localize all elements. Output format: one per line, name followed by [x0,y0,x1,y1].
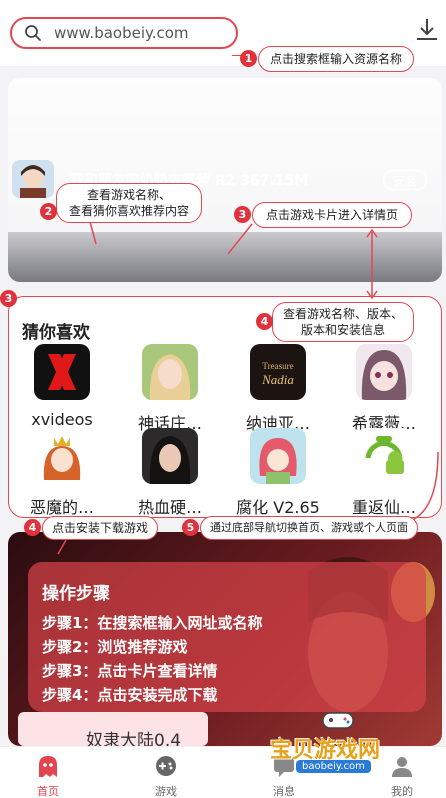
svg-text:Treasure: Treasure [262,361,293,371]
guess-section-title: 猜你喜欢 [22,323,90,343]
x-logo-icon [34,344,90,400]
callout-3a-pointer [227,223,253,255]
callout-2-number: 2 [40,203,57,220]
callout-3a-number: 3 [234,206,251,223]
gamepad-icon [156,756,176,776]
svg-text:Nadia: Nadia [261,372,294,387]
app-screen: www.baobeiy.com 1 点击搜索框输入资源名称 我和朋友陪奶奶去露营… [0,0,446,798]
watermark-url: baobeiy.com [296,760,371,773]
nadia-logo-icon: Treasure Nadia [250,344,306,400]
banner-game-avatar [12,160,54,198]
callout-4a-line2: 版本和安装信息 [300,323,385,337]
search-input-text: www.baobeiy.com [54,24,189,42]
callout-2-line2: 查看猜你喜欢推荐内容 [68,204,189,218]
tab-label: 首页 [37,785,59,798]
search-icon [25,25,41,41]
red-hair-girl-icon [250,428,306,484]
callout-5-text: 通过底部导航切换首页、游戏或个人页面 [210,520,408,534]
banner-install-button[interactable]: 安装 [383,170,427,190]
callout-4b-number: 4 [24,519,41,536]
site-watermark: 宝贝游戏网 baobeiy.com [270,706,420,776]
gamepad-logo-icon [322,712,354,729]
callout-4a-line1: 查看游戏名称、版本、 [282,306,403,321]
callout-2: 查看游戏名称、 查看猜你喜欢推荐内容 [56,183,202,223]
callout-3a-text: 点击游戏卡片进入详情页 [265,207,398,222]
callout-4a: 查看游戏名称、版本、 版本和安装信息 [272,302,414,342]
callout-1-number: 1 [240,50,257,67]
callout-1: 点击搜索框输入资源名称 [258,46,414,72]
callout-3b-number: 3 [0,290,17,307]
search-bar[interactable]: www.baobeiy.com [10,17,238,49]
ghost-home-icon [39,756,57,777]
game-name: 热血硬… [137,498,202,517]
callout-4b-text: 点击安装下载游戏 [51,520,148,535]
callout-1-text: 点击搜索框输入资源名称 [269,51,402,66]
game-item[interactable]: Treasure Nadia 纳迪亚… [228,344,328,434]
game-name: 恶魔的… [29,498,94,517]
anime-girl-icon [356,344,412,400]
callout-5: 通过底部导航切换首页、游戏或个人页面 [200,516,418,540]
download-icon[interactable] [414,16,440,42]
step-item: 步骤2：浏览推荐游戏 [42,638,188,656]
game-item[interactable]: 热血硬… [120,428,220,518]
callout-2-line1: 查看游戏名称、 [86,187,171,202]
double-arrow-icon [366,228,378,300]
game-name: xvideos [31,410,93,429]
tab-label: 我的 [391,785,413,798]
blonde-girl-icon [142,344,198,400]
game-name: 腐化 V2.65 [236,498,320,517]
tab-label: 消息 [273,785,295,798]
game-item[interactable]: 腐化 V2.65 [228,428,328,518]
game-item[interactable]: xvideos [12,344,112,429]
tab-games[interactable]: 游戏 [126,747,206,798]
callout-3a: 点击游戏卡片进入详情页 [252,202,412,228]
callout-4a-number: 4 [256,313,273,330]
step-item: 步骤1：在搜索框输入网址或名称 [42,614,263,632]
game-item[interactable]: 神话庄… [120,344,220,434]
tab-label: 游戏 [155,785,177,798]
callout-4b: 点击安装下载游戏 [42,516,158,540]
step-item: 步骤4：点击安装完成下载 [42,686,218,704]
step-item: 步骤3：点击卡片查看详情 [42,662,218,680]
tab-home[interactable]: 首页 [8,747,88,798]
steps-title: 操作步骤 [42,584,110,604]
game-item[interactable]: 希露薇… [334,344,434,434]
callout-5-number: 5 [182,519,199,536]
game-item[interactable]: 恶魔的… [12,428,112,518]
princess-icon [34,428,90,484]
callout-4b-pointer [57,539,67,555]
dark-hair-girl-icon [142,428,198,484]
